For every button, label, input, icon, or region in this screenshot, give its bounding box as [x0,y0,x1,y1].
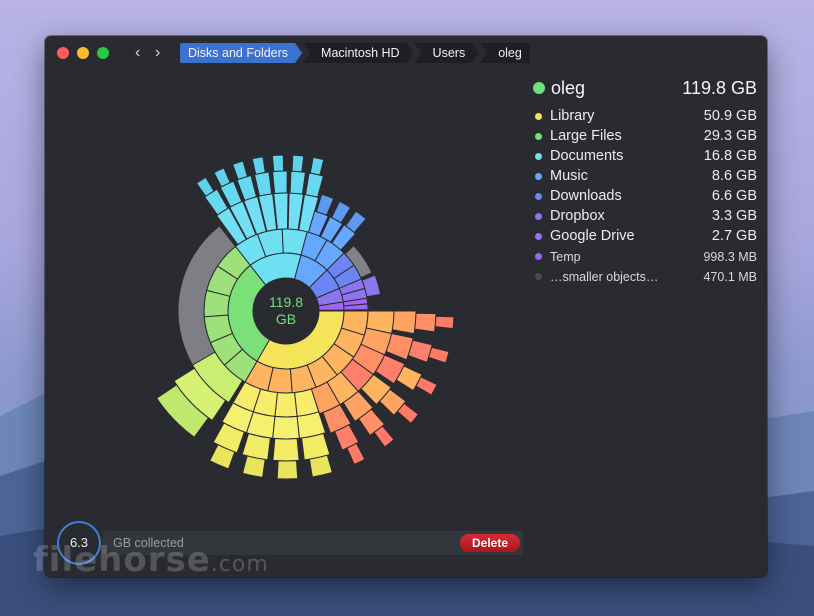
item-size: 998.3 MB [703,250,757,264]
segment-library-deep[interactable] [414,312,437,333]
list-item-large-files[interactable]: Large Files 29.3 GB [531,126,757,146]
folder-list: oleg 119.8 GB Library 50.9 GB Large File… [531,76,757,286]
segment-library-deep[interactable] [276,460,299,480]
segment-library-deep[interactable] [241,432,271,461]
item-size: 470.1 MB [703,270,757,284]
item-size: 2.7 GB [711,228,757,244]
segment-documents-deep[interactable] [304,172,325,198]
item-name: Music [550,168,588,184]
segment-library-deep[interactable] [241,455,266,478]
segment-documents-deep[interactable] [271,154,285,173]
segment-library-deep[interactable] [272,437,300,462]
segment-documents-deep[interactable] [213,167,231,188]
center-size-value: 119.8 [269,294,303,310]
folder-color-dot [533,82,545,94]
segment-library-deep[interactable] [415,376,438,396]
item-size: 16.8 GB [703,148,757,164]
item-name: Google Drive [550,228,635,244]
list-item-library[interactable]: Library 50.9 GB [531,106,757,126]
segment-library-deep[interactable] [407,339,433,363]
list-item-dropbox[interactable]: Dropbox 3.3 GB [531,206,757,226]
segment-documents-deep[interactable] [291,154,305,173]
item-color-dot [535,193,542,200]
item-color-dot [535,253,542,260]
item-size: 8.6 GB [711,168,757,184]
item-size: 50.9 GB [703,108,757,124]
segment-library-deep[interactable] [308,454,333,478]
segment-library-grandchild[interactable] [274,392,298,418]
item-color-dot [535,113,542,120]
item-size: 3.3 GB [711,208,757,224]
center-size-unit: GB [276,311,296,327]
segment-documents-deep[interactable] [289,170,307,195]
item-name: Dropbox [550,208,605,224]
list-item-google-drive[interactable]: Google Drive 2.7 GB [531,226,757,246]
item-name: …smaller objects… [550,270,659,284]
item-color-dot [535,133,542,140]
segment-documents-deep[interactable] [272,170,288,195]
segment-library-deep[interactable] [272,415,300,440]
watermark-logo: filehorse.com [33,540,269,580]
folder-name: oleg [551,78,586,98]
segment-library-deep[interactable] [346,442,366,466]
item-color-dot [535,233,542,240]
item-color-dot [535,173,542,180]
item-name: Temp [550,250,581,264]
list-item-documents[interactable]: Documents 16.8 GB [531,146,757,166]
segment-documents-deep[interactable] [232,160,249,181]
item-color-dot [535,153,542,160]
segment-library-deep[interactable] [428,346,450,364]
segment-documents-deep[interactable] [251,156,266,175]
disk-usage-sunburst[interactable]: 119.8 GB [45,36,525,506]
delete-button[interactable]: Delete [460,534,520,552]
segment-documents-deep[interactable] [253,171,273,197]
list-item-smaller-objects[interactable]: …smaller objects… 470.1 MB [531,266,757,286]
list-item-downloads[interactable]: Downloads 6.6 GB [531,186,757,206]
item-name: Documents [550,148,624,164]
folder-size: 119.8 GB [682,78,757,98]
item-name: Downloads [550,188,622,204]
item-name: Large Files [550,128,622,144]
item-color-dot [535,213,542,220]
app-window: ‹ › Disks and Folders Macintosh HD Users… [45,36,767,577]
segment-library-deep[interactable] [391,310,417,335]
segment-library-deep[interactable] [434,315,455,330]
list-item-temp[interactable]: Temp 998.3 MB [531,246,757,266]
list-total-row[interactable]: oleg 119.8 GB [531,76,757,102]
segment-documents-deep[interactable] [309,156,325,176]
item-size: 29.3 GB [703,128,757,144]
item-name: Library [550,108,595,124]
list-item-music[interactable]: Music 8.6 GB [531,166,757,186]
item-color-dot [535,273,542,280]
item-size: 6.6 GB [711,188,757,204]
